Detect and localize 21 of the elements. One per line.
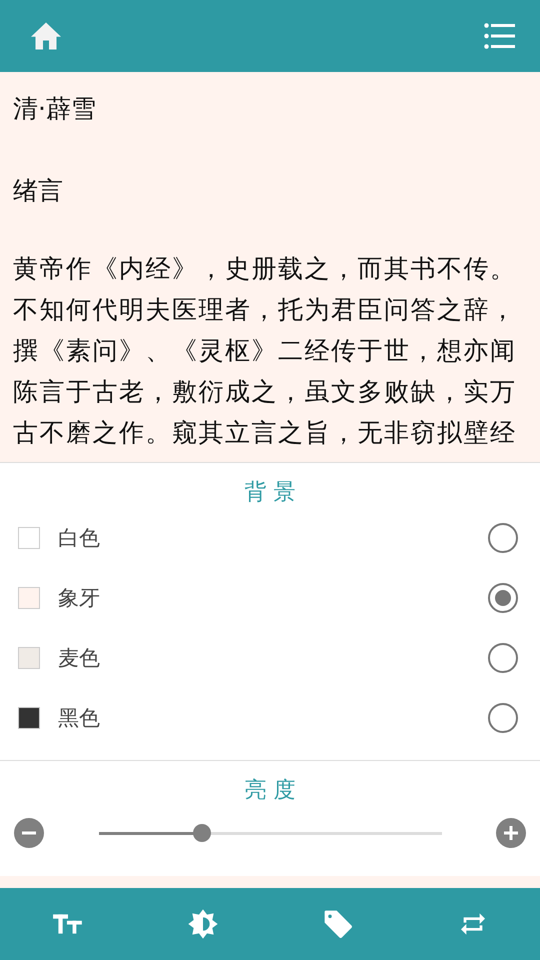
tag-icon[interactable] <box>322 908 354 940</box>
section-heading: 亮 度 <box>244 777 296 805</box>
background-option[interactable]: 象牙 <box>0 568 540 628</box>
option-label: 象牙 <box>58 585 101 612</box>
radio-button[interactable] <box>488 583 518 613</box>
plus-icon[interactable] <box>496 818 526 848</box>
option-label: 麦色 <box>58 645 101 672</box>
option-label: 白色 <box>58 525 101 552</box>
author-text: 清·薜雪 <box>13 93 97 125</box>
option-label: 黑色 <box>58 705 101 732</box>
minus-icon[interactable] <box>14 818 44 848</box>
radio-button[interactable] <box>488 523 518 553</box>
body-paragraph: 黄帝作《内经》，史册载之，而其书不传。不知何代明夫医理者，托为君臣问答之辞，撰《素问》、《灵枢》二经传于世，想亦闻陈言于古老，敷衍成之，虽文多败缺，实万古不磨之作。窥其立言之旨，无非窃拟壁经 <box>13 253 518 449</box>
background-option[interactable]: 麦色 <box>0 628 540 688</box>
background-option[interactable]: 白色 <box>0 508 540 568</box>
brightness-icon[interactable] <box>186 908 218 940</box>
section-heading: 背 景 <box>244 479 296 507</box>
radio-button[interactable] <box>488 703 518 733</box>
radio-button[interactable] <box>488 643 518 673</box>
chapter-title: 绪言 <box>13 175 64 207</box>
background-option[interactable]: 黑色 <box>0 688 540 748</box>
